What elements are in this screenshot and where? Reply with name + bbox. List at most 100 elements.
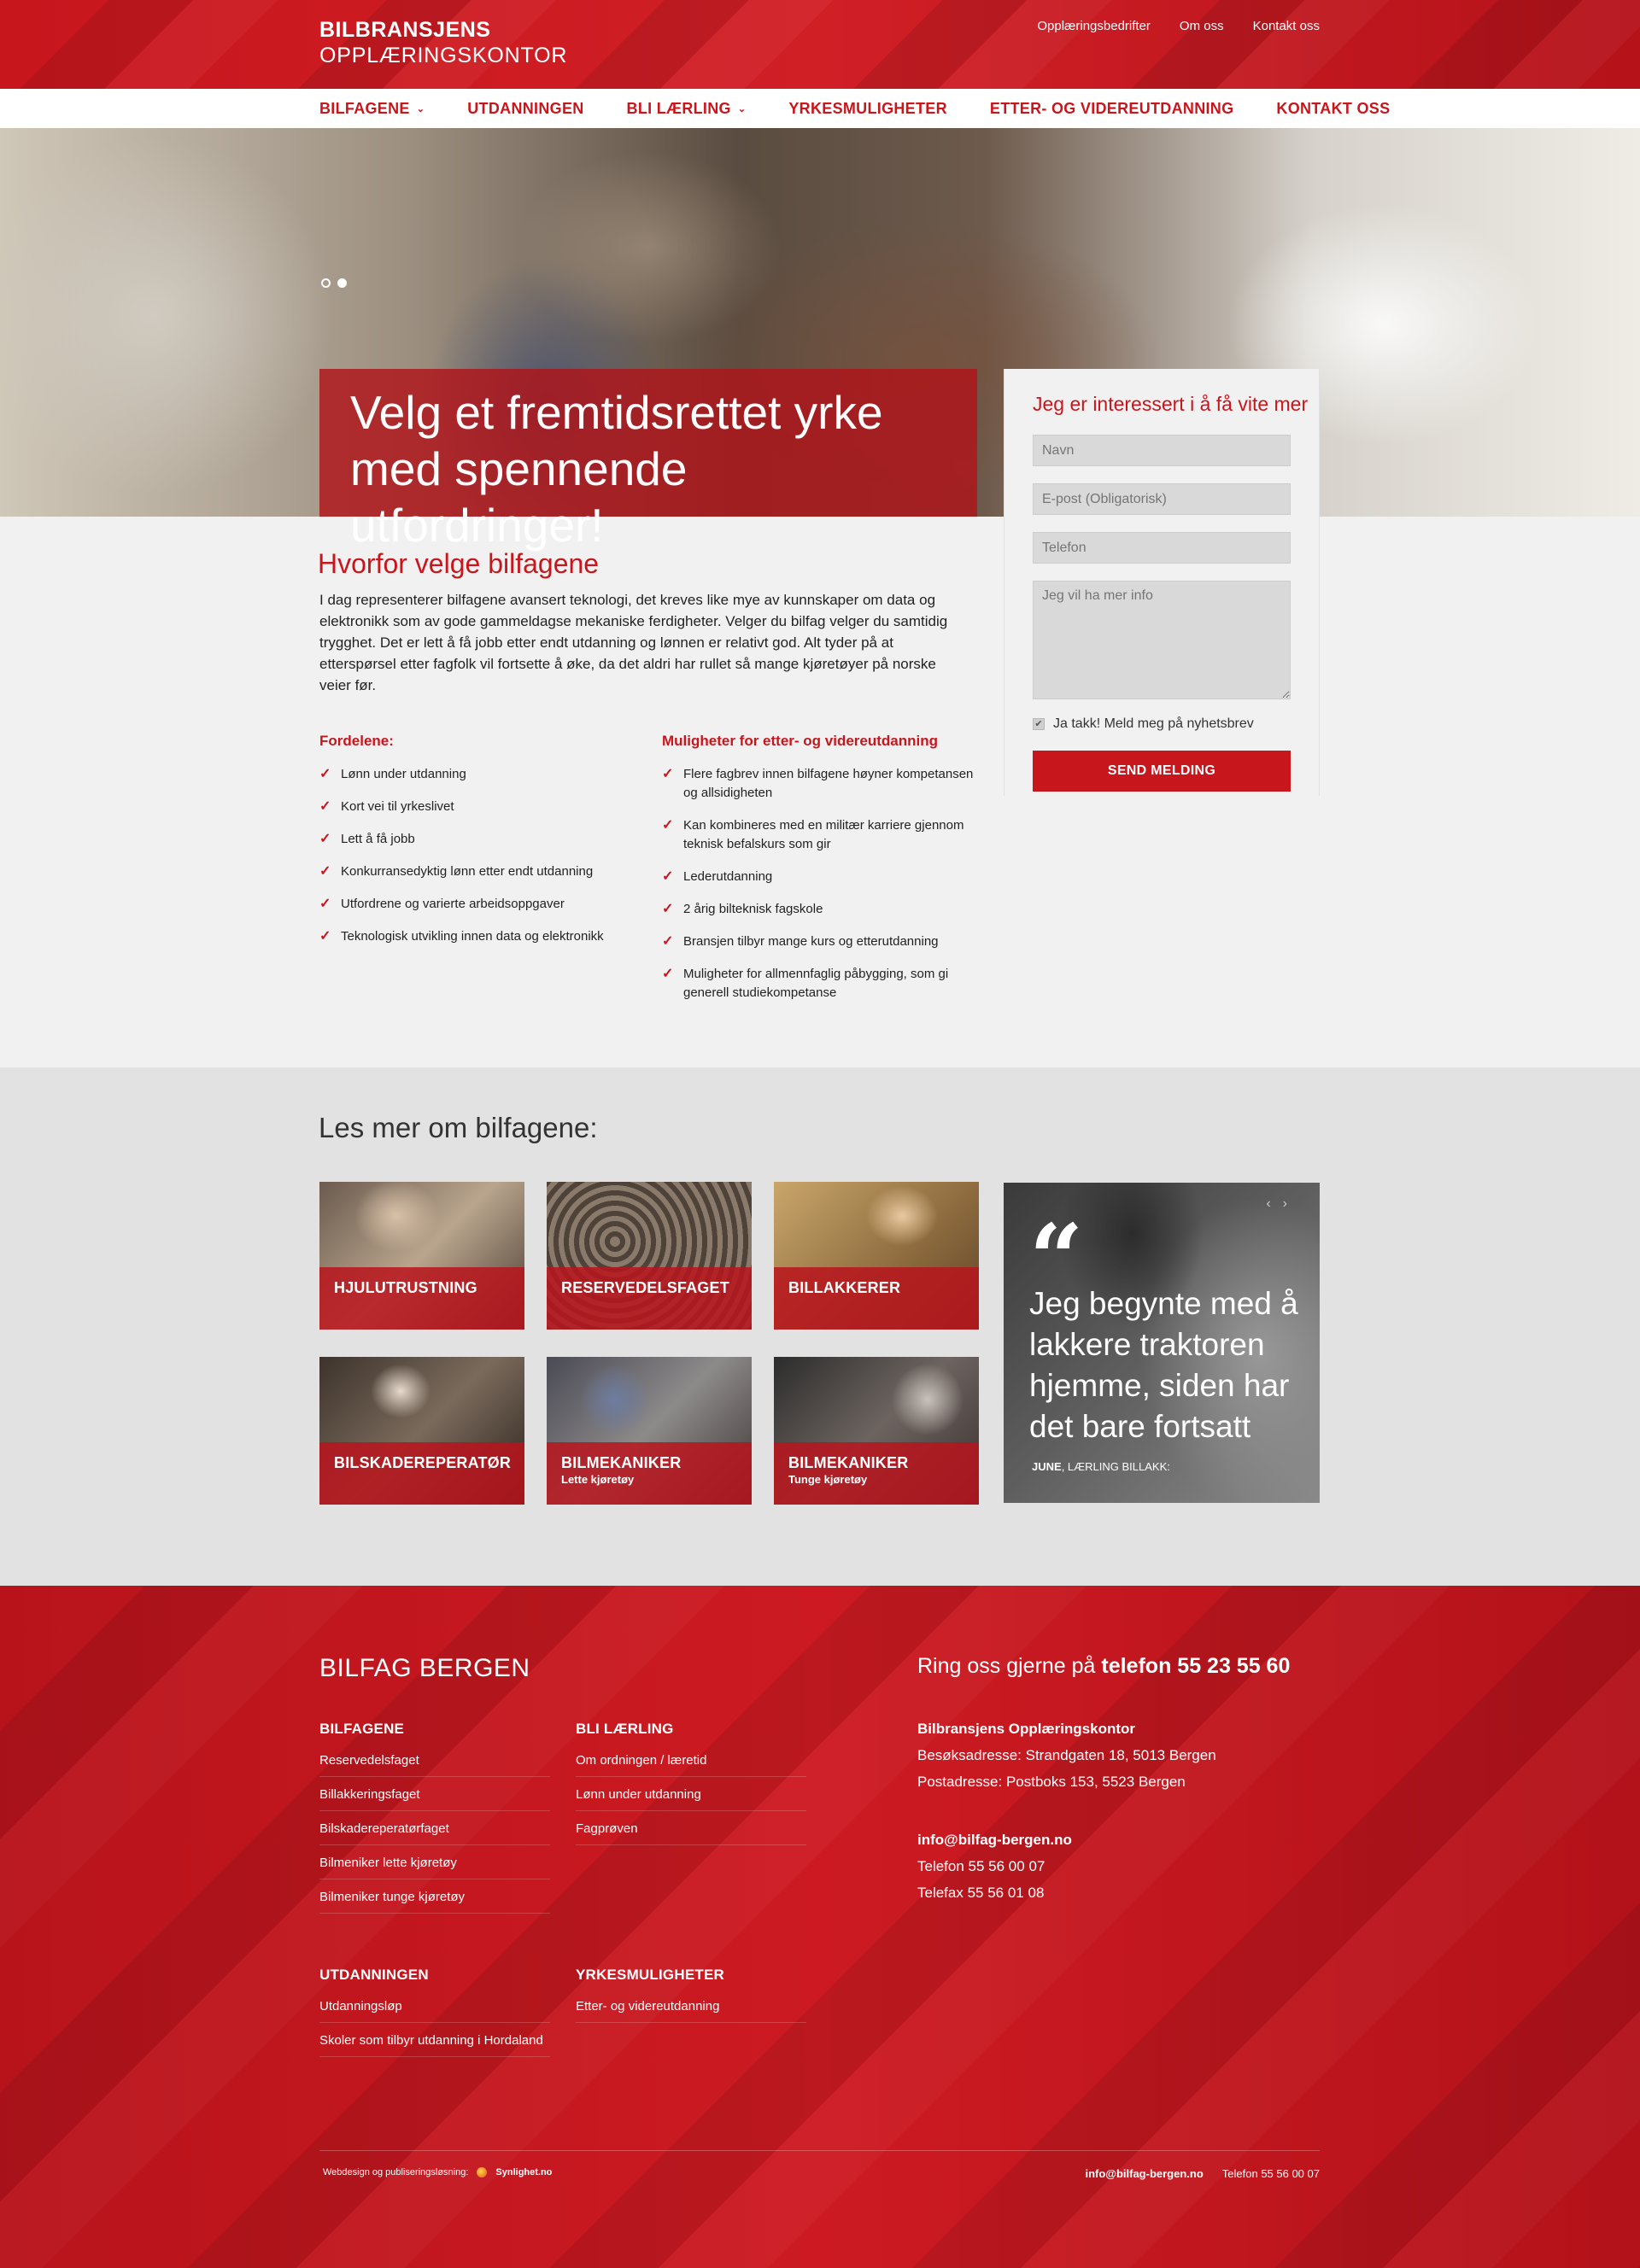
list-item: ✓ Teknologisk utvikling innen data og ele… <box>319 927 644 946</box>
call-phone[interactable]: telefon 55 23 55 60 <box>1101 1654 1290 1678</box>
chevron-down-icon: ⌄ <box>416 103 425 114</box>
nav-label: ETTER- OG VIDEREUTDANNING <box>989 99 1234 117</box>
footer-credit: Webdesign og publiseringsløsning: Synlig… <box>323 2167 552 2177</box>
post-address: Postadresse: Postboks 153, 5523 Bergen <box>917 1774 1186 1790</box>
footer-fax: Telefax 55 56 01 08 <box>917 1885 1045 1901</box>
testimonial-quote: ‹› “ Jeg begynte med å lakkere traktoren… <box>1004 1183 1320 1503</box>
tile-title: HJULUTRUSTNING <box>334 1279 477 1296</box>
footer-email-link[interactable]: info@bilfag-bergen.no <box>917 1832 1072 1848</box>
footer-column-yrkesmuligheter: YRKESMULIGHETER Etter- og videreutdannin… <box>576 1967 806 2033</box>
nav-label: YRKESMULIGHETER <box>788 99 947 117</box>
footer-contact: Ring oss gjerne på telefon 55 23 55 60 B… <box>917 1654 1290 1906</box>
footer-brand: BILFAG BERGEN <box>319 1654 530 1682</box>
hero-headline-line-1: Velg et fremtidsrettet yrke <box>350 386 883 439</box>
check-icon: ✓ <box>662 767 674 781</box>
advantages-title: Fordelene: <box>319 733 394 749</box>
list-item: ✓ Kan kombineres med en militær karriere … <box>662 818 964 851</box>
nav-item-etter-og-videreutdanning[interactable]: ETTER- OG VIDEREUTDANNING <box>990 100 1234 118</box>
tile-reservedelsfaget[interactable]: RESERVEDELSFAGET <box>547 1182 752 1330</box>
footer-link[interactable]: Bilmeniker lette kjøretøy <box>319 1856 550 1879</box>
top-link-opplaeringsbedrifter[interactable]: Opplæringsbedrifter <box>1037 19 1151 33</box>
tile-title: BILMEKANIKER <box>561 1454 682 1471</box>
site-footer: BILFAG BERGEN BILFAGENE Reservedelsfaget… <box>0 1586 1640 2268</box>
nav-item-utdanningen[interactable]: UTDANNINGEN <box>467 100 583 118</box>
footer-link[interactable]: Etter- og videreutdanning <box>576 1999 806 2023</box>
name-field[interactable] <box>1033 435 1291 466</box>
tile-hjulutrustning[interactable]: HJULUTRUSTNING <box>319 1182 524 1330</box>
check-icon: ✓ <box>662 967 674 981</box>
read-more-section: Les mer om bilfagene: HJULUTRUSTNING RES… <box>0 1067 1640 1586</box>
top-link-om-oss[interactable]: Om oss <box>1180 19 1224 33</box>
slider-dot-1[interactable] <box>321 278 331 288</box>
tile-subtitle: Tunge kjøretøy <box>788 1473 868 1486</box>
footer-column-title: YRKESMULIGHETER <box>576 1967 724 1983</box>
interest-form: Jeg er interessert i å få vite mer ✔ Ja … <box>1004 369 1320 796</box>
footer-link[interactable]: Fagprøven <box>576 1821 806 1845</box>
check-icon: ✓ <box>319 799 331 814</box>
footer-divider <box>319 2150 1320 2151</box>
nav-label: KONTAKT OSS <box>1276 99 1391 117</box>
footer-link[interactable]: Lønn under utdanning <box>576 1787 806 1811</box>
newsletter-checkbox[interactable]: ✔ <box>1033 718 1045 730</box>
credit-label: Webdesign og publiseringsløsning: <box>323 2167 469 2177</box>
synlighet-logo-icon <box>477 2167 488 2177</box>
footer-column-title: UTDANNINGEN <box>319 1967 429 1983</box>
top-link-kontakt-oss[interactable]: Kontakt oss <box>1253 19 1320 33</box>
advantages-list: Fordelene: ✓ Lønn under utdanning ✓ Kort v… <box>319 733 644 960</box>
footer-link[interactable]: Skoler som tilbyr utdanning i Hordaland <box>319 2033 550 2057</box>
footer-link[interactable]: Utdanningsløp <box>319 1999 550 2023</box>
chevron-down-icon: ⌄ <box>737 103 747 114</box>
footer-link[interactable]: Om ordningen / læretid <box>576 1753 806 1777</box>
footer-column-bilfagene: BILFAGENE Reservedelsfaget Billakkerings… <box>319 1721 550 1924</box>
check-icon: ✓ <box>662 869 674 884</box>
tile-title: BILMEKANIKER <box>788 1454 909 1471</box>
hero-headline: Velg et fremtidsrettet yrke med spennend… <box>319 369 977 552</box>
footer-link[interactable]: Reservedelsfaget <box>319 1753 550 1777</box>
phone-field[interactable] <box>1033 532 1291 564</box>
slider-dot-2[interactable] <box>337 278 347 288</box>
bottom-email-link[interactable]: info@bilfag-bergen.no <box>1085 2167 1203 2180</box>
chevron-left-icon[interactable]: ‹ <box>1266 1196 1282 1211</box>
list-item: ✓ Lønn under utdanning <box>319 765 644 784</box>
list-item: ✓ Utfordrene og varierte arbeidsoppgaver <box>319 895 644 914</box>
nav-label: BILFAGENE <box>319 99 410 117</box>
tile-bilmekaniker-lette[interactable]: BILMEKANIKER Lette kjøretøy <box>547 1357 752 1505</box>
footer-link[interactable]: Bilmeniker tunge kjøretøy <box>319 1890 550 1914</box>
newsletter-checkbox-row[interactable]: ✔ Ja takk! Meld meg på nyhetsbrev <box>1033 716 1290 732</box>
check-icon: ✓ <box>319 864 331 879</box>
nav-label: BLI LÆRLING <box>626 99 731 117</box>
tile-bilmekaniker-tunge[interactable]: BILMEKANIKER Tunge kjøretøy <box>774 1357 979 1505</box>
list-item: ✓ Konkurransedyktig lønn etter endt utdan… <box>319 862 644 881</box>
form-title: Jeg er interessert i å få vite mer <box>1033 393 1309 415</box>
site-logo[interactable]: BILBRANSJENS OPPLÆRINGSKONTOR <box>319 17 567 68</box>
check-icon: ✓ <box>662 934 674 949</box>
logo-line-1: BILBRANSJENS <box>319 18 491 42</box>
footer-link[interactable]: Billakkeringsfaget <box>319 1787 550 1811</box>
tile-billakkerer[interactable]: BILLAKKERER <box>774 1182 979 1330</box>
logo-line-2: OPPLÆRINGSKONTOR <box>319 44 568 67</box>
check-icon: ✓ <box>319 832 331 846</box>
tile-bilskadereperator[interactable]: BILSKADEREPERATØR <box>319 1357 524 1505</box>
nav-item-kontakt-oss[interactable]: KONTAKT OSS <box>1276 100 1390 118</box>
check-icon: ✓ <box>319 897 331 911</box>
credit-company-link[interactable]: Synlighet.no <box>495 2167 552 2177</box>
nav-item-yrkesmuligheter[interactable]: YRKESMULIGHETER <box>788 100 947 118</box>
list-item: ✓ Lederutdanning <box>662 868 978 886</box>
tile-title: BILSKADEREPERATØR <box>334 1454 512 1471</box>
email-field[interactable] <box>1033 483 1291 515</box>
list-item: ✓ 2 årig bilteknisk fagskole <box>662 900 978 919</box>
quote-author: JUNE, LÆRLING BILLAKK: <box>1032 1460 1170 1473</box>
footer-link[interactable]: Bilskadereperatørfaget <box>319 1821 550 1845</box>
slider-dots <box>321 278 347 288</box>
footer-bottom-contact: info@bilfag-bergen.no Telefon 55 56 00 0… <box>1085 2167 1320 2180</box>
footer-column-bli-laerling: BLI LÆRLING Om ordningen / læretid Lønn … <box>576 1721 806 1856</box>
chevron-right-icon[interactable]: › <box>1283 1196 1299 1211</box>
why-text: I dag representerer bilfagene avansert t… <box>319 592 948 693</box>
nav-item-bilfagene[interactable]: BILFAGENE ⌄ <box>319 100 425 118</box>
nav-item-bli-laerling[interactable]: BLI LÆRLING ⌄ <box>627 100 747 118</box>
check-icon: ✓ <box>662 902 674 916</box>
quote-arrows: ‹› <box>1266 1196 1299 1212</box>
send-message-button[interactable]: SEND MELDING <box>1033 751 1291 792</box>
message-field[interactable] <box>1033 581 1291 699</box>
visit-address: Besøksadresse: Strandgaten 18, 5013 Berg… <box>917 1747 1216 1763</box>
